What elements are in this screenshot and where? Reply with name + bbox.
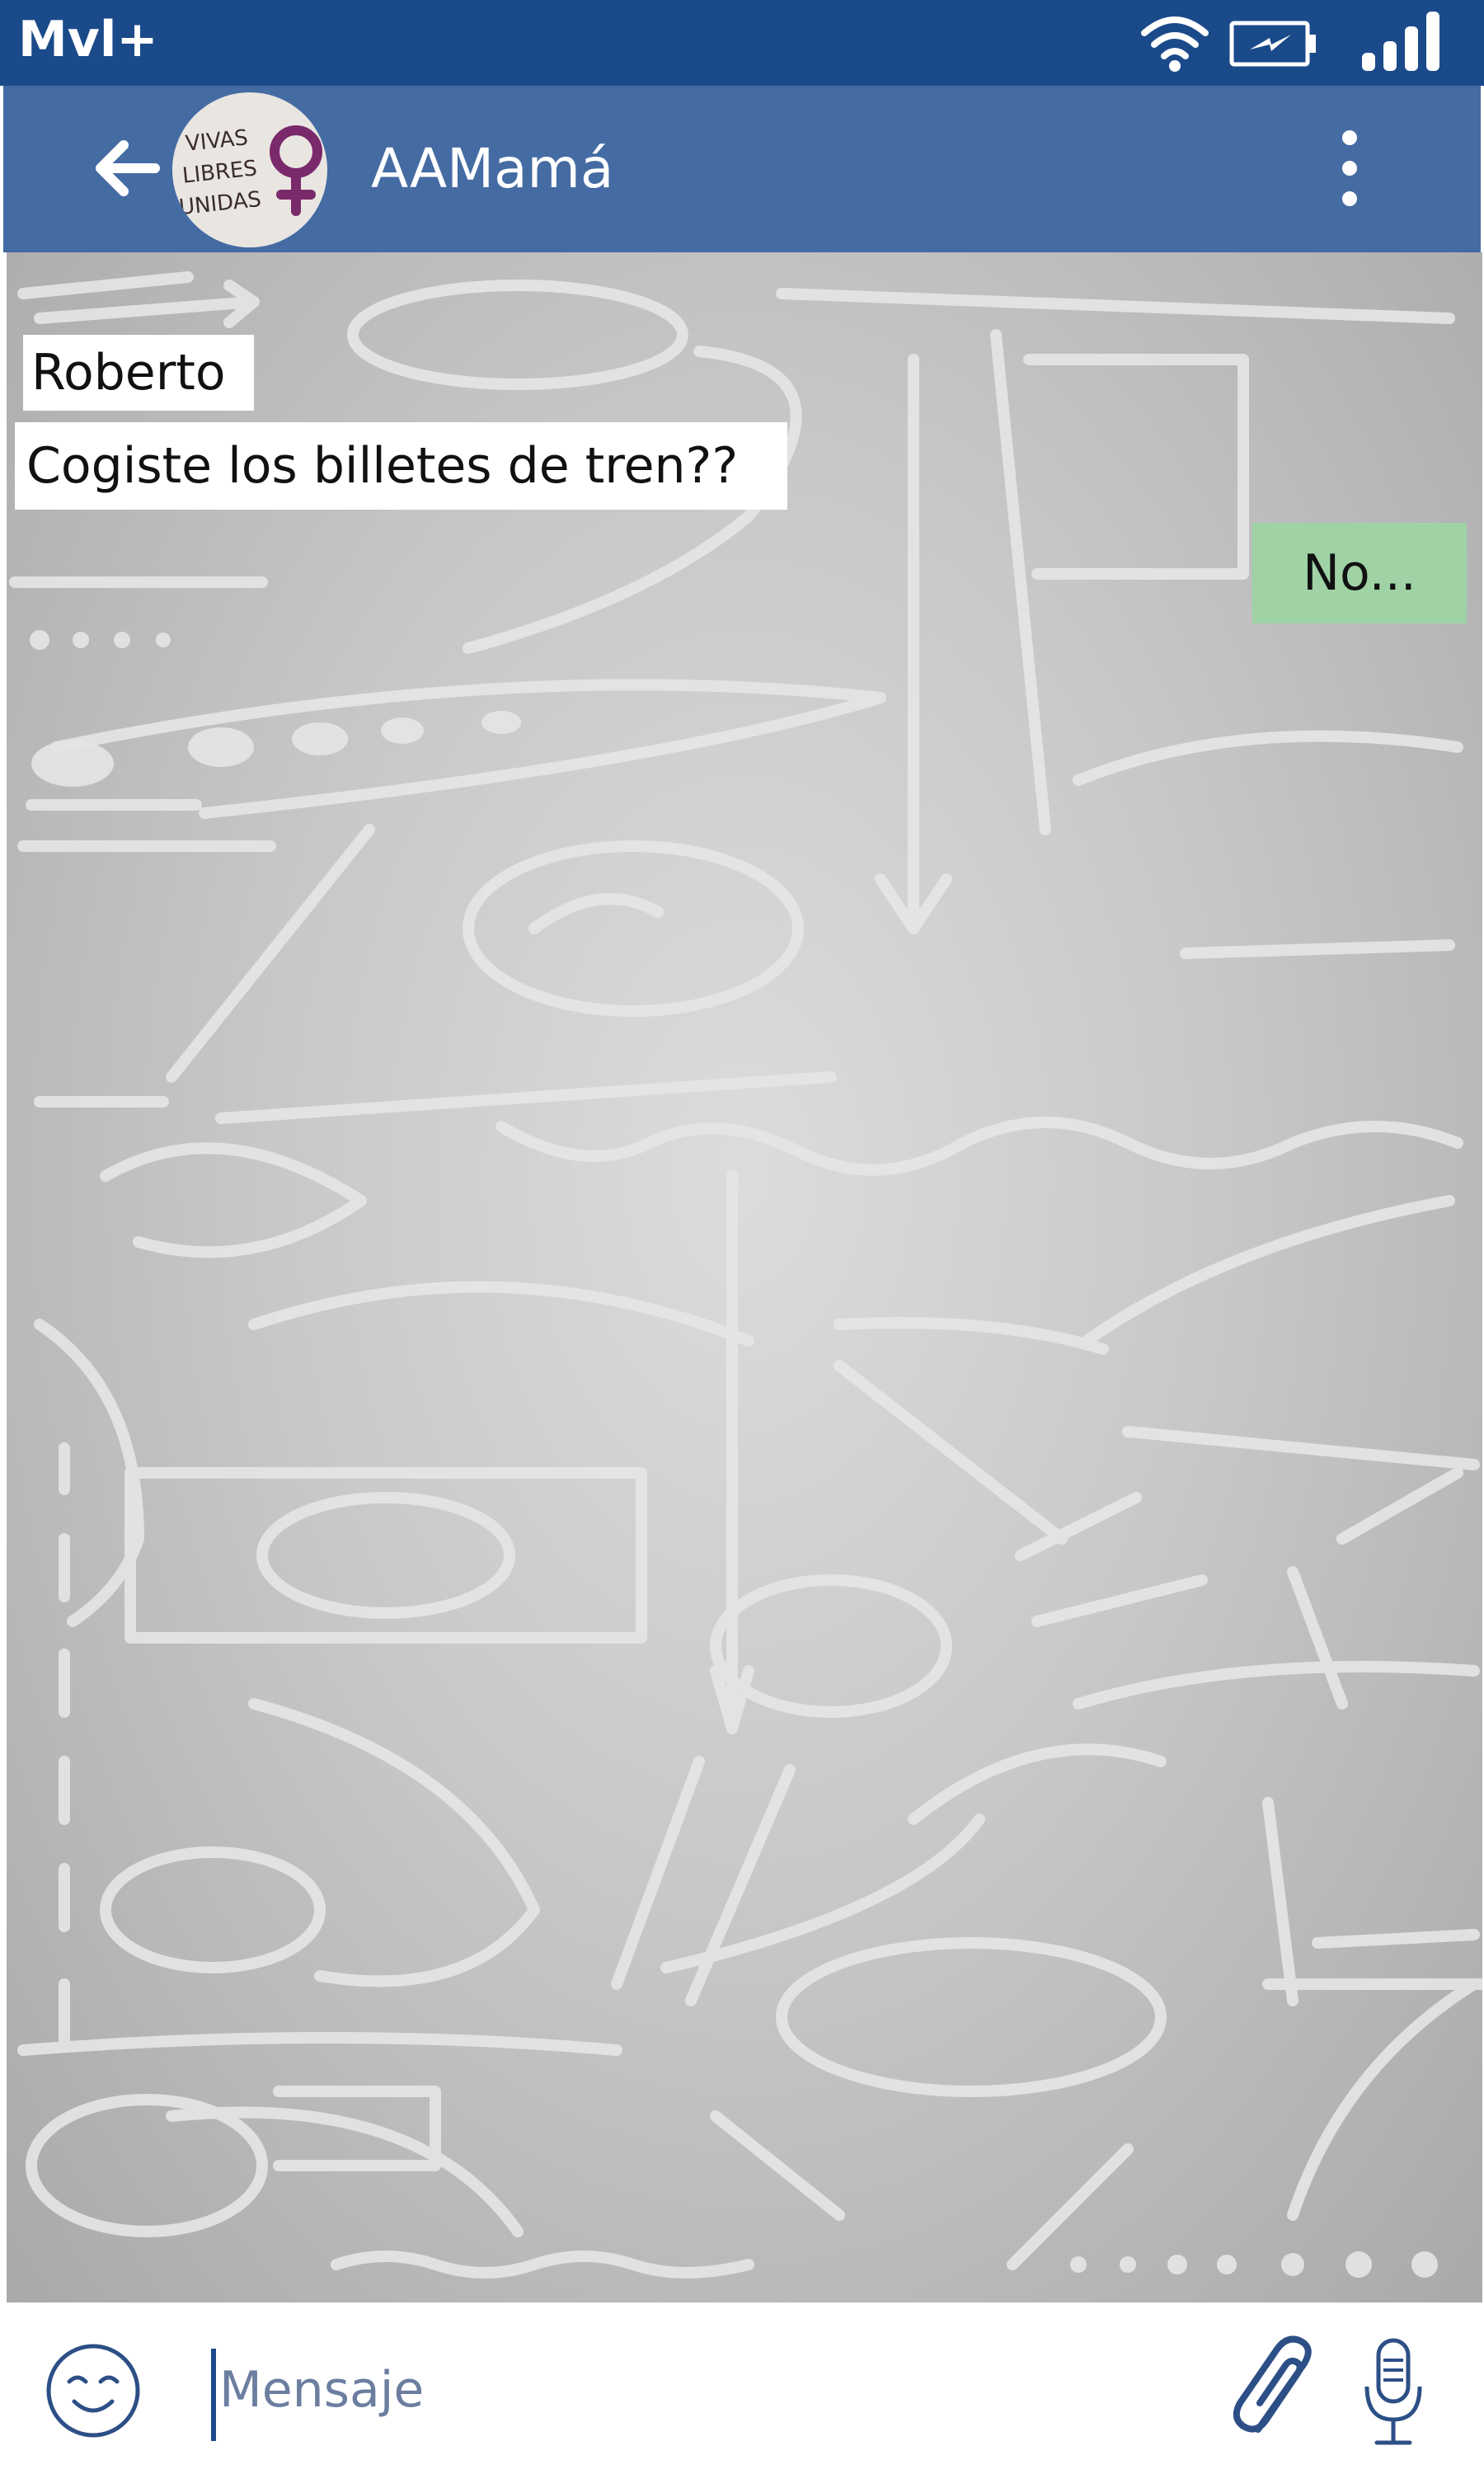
chat-area[interactable]: Roberto Cogiste los billetes de tren?? N… [7,252,1482,2302]
mic-icon [1364,2338,1422,2445]
avatar[interactable]: VIVAS LIBRES UNIDAS [172,92,327,247]
battery-charging-icon [1229,21,1316,67]
emoji-button[interactable] [45,2342,142,2439]
status-bar: Mvl+ [0,0,1484,86]
mic-button[interactable] [1352,2335,1435,2451]
message-sender-name: Roberto [23,335,254,411]
app-bar: VIVAS LIBRES UNIDAS AAMamá [3,86,1481,252]
venus-icon [270,125,322,216]
back-arrow-icon [96,140,160,196]
incoming-message-bubble[interactable]: Cogiste los billetes de tren?? [15,422,787,510]
more-vert-icon [1342,130,1357,145]
chat-title[interactable]: AAMamá [371,132,613,206]
more-vert-dot [1342,161,1357,176]
wifi-icon [1141,16,1209,72]
more-vert-dot [1342,191,1357,206]
attach-icon [1233,2335,1312,2433]
attach-button[interactable] [1228,2332,1327,2448]
chat-screen: Mvl+ VIVAS LIBRES UNIDAS AAMamá Roberto … [0,0,1484,2474]
avatar-line-1: VIVAS [184,125,250,157]
message-composer [0,2302,1484,2474]
message-input[interactable] [216,2340,1209,2439]
avatar-line-2: LIBRES [181,156,259,189]
emoji-icon [46,2344,140,2438]
outgoing-message-bubble[interactable]: No... [1252,523,1467,623]
carrier-label: Mvl+ [18,11,158,68]
status-icons [1138,0,1484,86]
more-options-button[interactable] [1322,119,1375,218]
back-button[interactable] [86,127,168,209]
avatar-line-3: UNIDAS [177,186,263,221]
signal-icon [1362,12,1439,71]
